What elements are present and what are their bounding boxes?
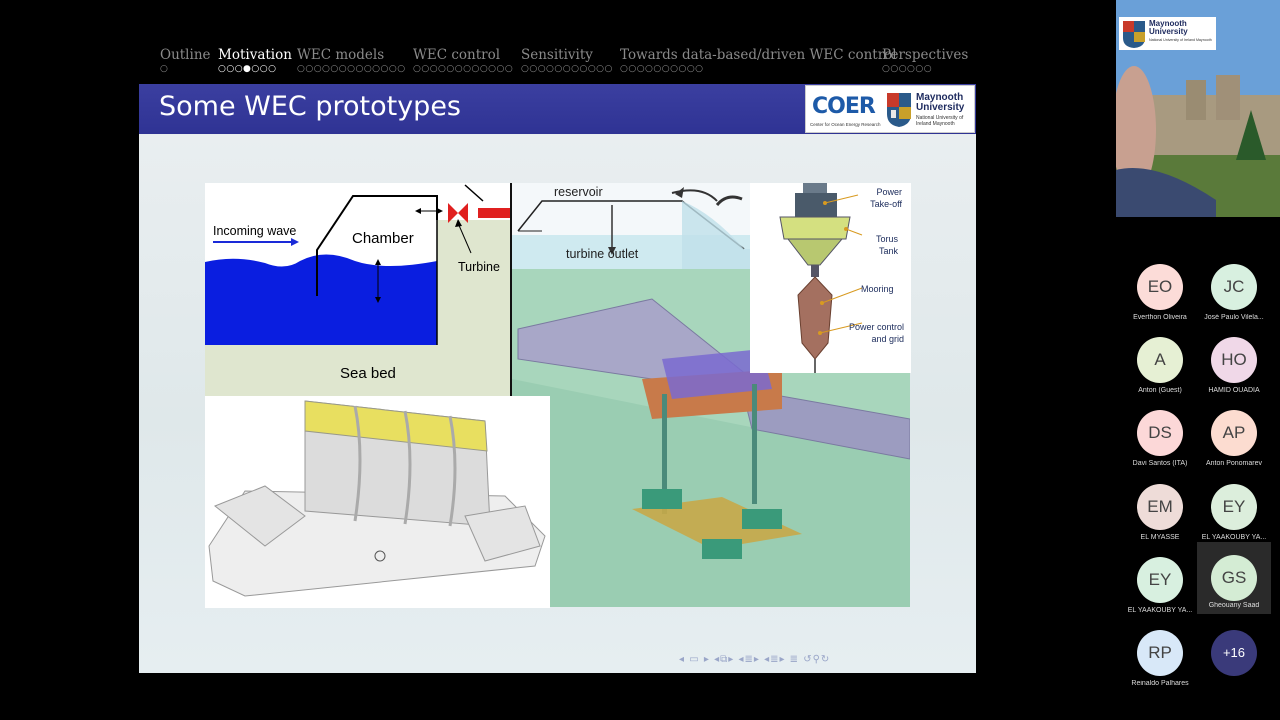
incoming-wave-label: Incoming wave bbox=[213, 224, 297, 238]
maynooth-banner-subtitle: National University of Ireland Maynooth bbox=[1149, 38, 1212, 42]
nav-dots-perspectives[interactable]: ○○○○○○ bbox=[882, 64, 932, 74]
avatar: EM bbox=[1137, 484, 1183, 530]
nav-dots-wec-control[interactable]: ○○○○○○○○○○○○ bbox=[413, 64, 513, 74]
maynooth-crest-icon bbox=[1123, 21, 1145, 48]
coer-logo-subtitle: Center for Ocean Energy Research bbox=[810, 122, 881, 127]
coer-logo: COER bbox=[812, 94, 876, 119]
more-participants-count[interactable]: +16 bbox=[1211, 630, 1257, 676]
sea-bed-label: Sea bed bbox=[340, 365, 396, 382]
participant-name: Gheouany Saad bbox=[1208, 602, 1260, 609]
nav-section-motivation[interactable]: Motivation bbox=[218, 47, 292, 63]
nav-section-wec-control[interactable]: WEC control bbox=[413, 47, 500, 63]
participant-name: HAMID OUADIA bbox=[1208, 387, 1260, 394]
beamer-navigation-bar: Outline ○ Motivation ○○○●○○○ WEC models … bbox=[139, 40, 976, 84]
participant-tile[interactable]: AP Anton Ponomarev bbox=[1197, 408, 1271, 480]
slide-title-bar: Some WEC prototypes COER Center for Ocea… bbox=[139, 84, 976, 134]
speaker-webcam: Maynooth University National University … bbox=[1116, 0, 1280, 217]
maynooth-banner-name: Maynooth University bbox=[1149, 19, 1188, 36]
power-control-label: Power control and grid bbox=[848, 322, 904, 344]
avatar: EO bbox=[1137, 264, 1183, 310]
participant-name: EL YAAKOUBY YA... bbox=[1127, 607, 1193, 614]
triangle-right-icon[interactable]: ▸ bbox=[704, 654, 710, 665]
participant-name: Anton Ponomarev bbox=[1205, 460, 1263, 467]
participant-name: EL YAAKOUBY YA... bbox=[1201, 534, 1267, 541]
avatar: GS bbox=[1211, 555, 1257, 601]
avatar: HO bbox=[1211, 337, 1257, 383]
participant-tile[interactable]: RP Reinaldo Palhares bbox=[1123, 628, 1197, 700]
institution-logos: COER Center for Ocean Energy Research Ma… bbox=[805, 85, 975, 133]
nav-dots-motivation[interactable]: ○○○●○○○ bbox=[218, 64, 276, 74]
avatar: EY bbox=[1211, 484, 1257, 530]
subsection-icon[interactable]: ◂⧉▸ bbox=[714, 654, 734, 665]
slide-title: Some WEC prototypes bbox=[159, 91, 461, 122]
mooring-label: Mooring bbox=[861, 284, 894, 294]
buoy-diagram: Power Take-off Torus Tank Mooring Power … bbox=[750, 183, 911, 373]
participant-tile[interactable]: JC José Paulo Vilela... bbox=[1197, 262, 1271, 334]
maynooth-banner-logo: Maynooth University National University … bbox=[1119, 17, 1216, 50]
overtopping-diagram: reservoir turbine outlet bbox=[512, 183, 750, 269]
avatar: AP bbox=[1211, 410, 1257, 456]
avatar: DS bbox=[1137, 410, 1183, 456]
chamber-label: Chamber bbox=[352, 230, 414, 247]
section-icon[interactable]: ◂≣▸ bbox=[738, 654, 759, 665]
participant-name: Anton (Guest) bbox=[1138, 387, 1182, 394]
more-participants-button[interactable]: +16 bbox=[1197, 628, 1271, 700]
participant-tile-highlighted[interactable]: GS Gheouany Saad bbox=[1197, 542, 1271, 614]
participant-tile[interactable]: EO Everthon Oliveira bbox=[1123, 262, 1197, 334]
maynooth-logo: Maynooth University bbox=[916, 92, 965, 113]
avatar: EY bbox=[1137, 557, 1183, 603]
presentation-slide: Outline ○ Motivation ○○○●○○○ WEC models … bbox=[139, 40, 976, 673]
turbine-outlet-label: turbine outlet bbox=[566, 247, 639, 261]
search-icon[interactable]: ≣ ↺⚲↻ bbox=[790, 654, 831, 665]
participant-tile[interactable]: EY EL YAAKOUBY YA... bbox=[1123, 555, 1197, 627]
participant-name: EL MYASSE bbox=[1140, 534, 1180, 541]
nav-section-outline[interactable]: Outline bbox=[160, 47, 211, 63]
frame-icon[interactable]: ▭ bbox=[689, 654, 699, 665]
participant-tile[interactable]: EM EL MYASSE bbox=[1123, 482, 1197, 554]
align-icon[interactable]: ◂≣▸ bbox=[764, 654, 785, 665]
maynooth-crest-icon bbox=[887, 93, 911, 127]
nav-section-data-driven[interactable]: Towards data-based/driven WEC control bbox=[620, 47, 897, 63]
participant-tile[interactable]: DS Davi Santos (ITA) bbox=[1123, 408, 1197, 480]
avatar: A bbox=[1137, 337, 1183, 383]
avatar: RP bbox=[1137, 630, 1183, 676]
triangle-left-icon[interactable]: ◂ bbox=[679, 654, 685, 665]
participant-tile[interactable]: A Anton (Guest) bbox=[1123, 335, 1197, 407]
nav-section-wec-models[interactable]: WEC models bbox=[297, 47, 384, 63]
owc-diagram: Incoming wave Chamber Turbine Sea bed bbox=[205, 183, 512, 396]
nav-section-sensitivity[interactable]: Sensitivity bbox=[521, 47, 593, 63]
beamer-nav-icons[interactable]: ◂ ▭ ▸ ◂⧉▸ ◂≣▸ ◂≣▸ ≣ ↺⚲↻ bbox=[679, 654, 830, 665]
turbine-label: Turbine bbox=[458, 260, 500, 274]
participant-name: Everthon Oliveira bbox=[1133, 314, 1187, 321]
nav-dots-wec-models[interactable]: ○○○○○○○○○○○○○ bbox=[297, 64, 406, 74]
oscillating-flap-render bbox=[205, 396, 550, 608]
participant-tile[interactable]: HO HAMID OUADIA bbox=[1197, 335, 1271, 407]
nav-section-perspectives[interactable]: Perspectives bbox=[882, 47, 968, 63]
nav-dots-sensitivity[interactable]: ○○○○○○○○○○○ bbox=[521, 64, 613, 74]
flap-drawing bbox=[208, 400, 546, 597]
avatar: JC bbox=[1211, 264, 1257, 310]
nav-dots-outline[interactable]: ○ bbox=[160, 64, 168, 74]
power-takeoff-label: Power Take-off bbox=[870, 187, 902, 209]
participant-name: José Paulo Vilela... bbox=[1204, 314, 1264, 321]
participant-name: Davi Santos (ITA) bbox=[1132, 460, 1188, 467]
maynooth-logo-subtitle: National University of Ireland Maynooth bbox=[916, 115, 964, 127]
reservoir-label: reservoir bbox=[554, 185, 603, 199]
nav-dots-data-driven[interactable]: ○○○○○○○○○○ bbox=[620, 64, 704, 74]
torus-tank-label: Torus Tank bbox=[875, 234, 898, 256]
participant-name: Reinaldo Palhares bbox=[1131, 680, 1189, 687]
